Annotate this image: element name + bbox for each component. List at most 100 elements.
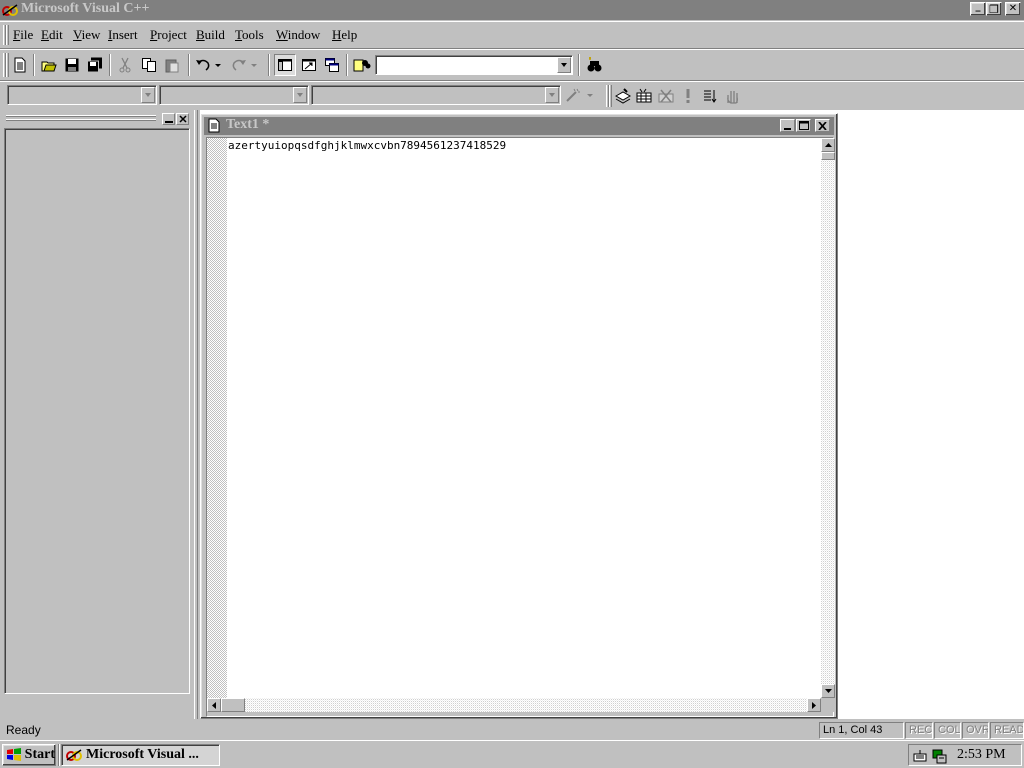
scroll-corner — [821, 698, 835, 712]
taskbar-button-visual-cpp[interactable]: Microsoft Visual ... — [61, 744, 220, 766]
text1-maximize-button[interactable] — [796, 119, 811, 132]
start-button[interactable]: Start — [2, 744, 56, 766]
status-ovr-text: OVR — [966, 724, 989, 736]
menu-view[interactable]: View — [73, 27, 100, 43]
status-col-text: COL — [938, 724, 961, 736]
status-position-text: Ln 1, Col 43 — [823, 724, 883, 736]
maximize-icon — [164, 121, 173, 123]
taskbar-button-label: Microsoft Visual ... — [86, 747, 199, 762]
chevron-down-icon — [549, 93, 555, 97]
save-all-icon — [87, 57, 102, 73]
save-button[interactable] — [61, 54, 83, 76]
minimize-button[interactable]: _ — [970, 1, 986, 16]
compile-icon — [615, 88, 631, 104]
redo-button[interactable] — [229, 54, 261, 76]
menubar-grip-2[interactable] — [6, 25, 9, 45]
clock[interactable]: 2:53 PM — [957, 747, 1006, 763]
chevron-up-icon — [824, 143, 832, 147]
status-position: Ln 1, Col 43 — [819, 722, 904, 739]
menu-insert[interactable]: Insert — [108, 27, 138, 43]
horizontal-scroll-thumb[interactable] — [221, 698, 245, 712]
workspace-toggle-button[interactable] — [274, 54, 296, 76]
filter-combo[interactable] — [159, 85, 309, 105]
go-button[interactable] — [699, 85, 721, 107]
horizontal-scrollbar[interactable] — [207, 698, 821, 712]
find-in-files-icon — [353, 59, 371, 72]
close-button[interactable]: ✕ — [1005, 2, 1021, 16]
status-read: READ — [990, 722, 1024, 739]
dock-splitter[interactable] — [194, 110, 198, 719]
text1-close-button[interactable] — [815, 119, 830, 132]
menu-build[interactable]: Build — [196, 27, 225, 43]
menu-file[interactable]: File — [13, 27, 33, 43]
menu-edit[interactable]: Edit — [41, 27, 63, 43]
clipboard-icon — [165, 59, 179, 73]
status-rec: REC — [905, 722, 933, 739]
stop-build-button[interactable] — [655, 85, 677, 107]
text1-window[interactable]: Text1 * azertyuiopqsdfghjklmwxcvbn789456… — [200, 113, 838, 719]
save-all-button[interactable] — [84, 54, 106, 76]
vertical-scroll-thumb[interactable] — [821, 152, 835, 160]
text-document-icon — [208, 118, 220, 133]
cut-button[interactable] — [114, 54, 136, 76]
scroll-down-button[interactable] — [821, 684, 835, 698]
network-icon[interactable] — [931, 748, 947, 764]
copy-button[interactable] — [138, 54, 160, 76]
workspace-close-button[interactable] — [176, 113, 189, 125]
menu-help[interactable]: Help — [332, 27, 357, 43]
compile-button[interactable] — [612, 85, 634, 107]
workspace-gripper-2[interactable] — [6, 119, 156, 121]
wizard-actions-button[interactable] — [563, 84, 597, 106]
class-combo-dropdown[interactable] — [141, 87, 155, 103]
execute-button[interactable] — [677, 85, 699, 107]
editor-text-area[interactable]: azertyuiopqsdfghjklmwxcvbn78945612374185… — [227, 138, 821, 698]
workspace-gripper[interactable] — [6, 115, 156, 117]
title-separator — [0, 21, 1024, 22]
workspace-pane — [4, 112, 190, 694]
windows-icon — [325, 58, 339, 72]
workspace-maximize-button[interactable] — [162, 113, 175, 125]
output-button[interactable] — [298, 54, 320, 76]
maximize-icon — [798, 121, 809, 130]
vertical-scrollbar[interactable] — [821, 138, 835, 698]
members-combo[interactable] — [311, 85, 561, 105]
find-combo[interactable] — [375, 55, 573, 75]
new-text-file-button[interactable] — [9, 54, 31, 76]
find-combo-dropdown[interactable] — [557, 57, 571, 73]
toolbar-separator — [188, 54, 190, 76]
scroll-right-button[interactable] — [807, 698, 821, 712]
app-title: Microsoft Visual C++ — [21, 1, 150, 16]
paste-button[interactable] — [161, 54, 183, 76]
open-button[interactable] — [38, 54, 60, 76]
build-minibar — [604, 83, 748, 109]
build-icon — [636, 88, 652, 103]
members-combo-dropdown[interactable] — [545, 87, 559, 103]
selection-margin[interactable] — [207, 138, 227, 698]
menu-tools[interactable]: Tools — [235, 27, 264, 43]
window-list-button[interactable] — [321, 54, 343, 76]
scroll-left-button[interactable] — [207, 698, 221, 712]
binoculars-icon — [587, 57, 602, 72]
text1-titlebar[interactable]: Text1 * — [204, 117, 834, 135]
keyboard-icon[interactable] — [913, 749, 927, 763]
start-label: Start — [24, 747, 55, 762]
menu-window[interactable]: Window — [276, 27, 320, 43]
windows-logo-icon — [7, 748, 21, 761]
text1-minimize-button[interactable] — [780, 119, 795, 132]
chevron-down-icon — [561, 63, 567, 67]
filter-combo-dropdown[interactable] — [293, 87, 307, 103]
app-titlebar[interactable]: Microsoft Visual C++ _ ❐ ✕ — [0, 0, 1024, 20]
workspace-panel[interactable] — [4, 128, 190, 694]
breakpoint-button[interactable] — [721, 85, 743, 107]
restore-button[interactable]: ❐ — [986, 2, 1002, 16]
text-editor[interactable]: azertyuiopqsdfghjklmwxcvbn78945612374185… — [206, 137, 835, 717]
class-combo[interactable] — [7, 85, 157, 105]
find-button[interactable] — [583, 54, 605, 76]
mdi-client-area[interactable]: Text1 * azertyuiopqsdfghjklmwxcvbn789456… — [200, 110, 1024, 719]
find-in-files-button[interactable] — [351, 54, 373, 76]
undo-button[interactable] — [193, 54, 225, 76]
menu-project[interactable]: Project — [150, 27, 187, 43]
build-button[interactable] — [633, 85, 655, 107]
scissors-icon — [119, 57, 131, 73]
scroll-up-button[interactable] — [821, 138, 835, 152]
